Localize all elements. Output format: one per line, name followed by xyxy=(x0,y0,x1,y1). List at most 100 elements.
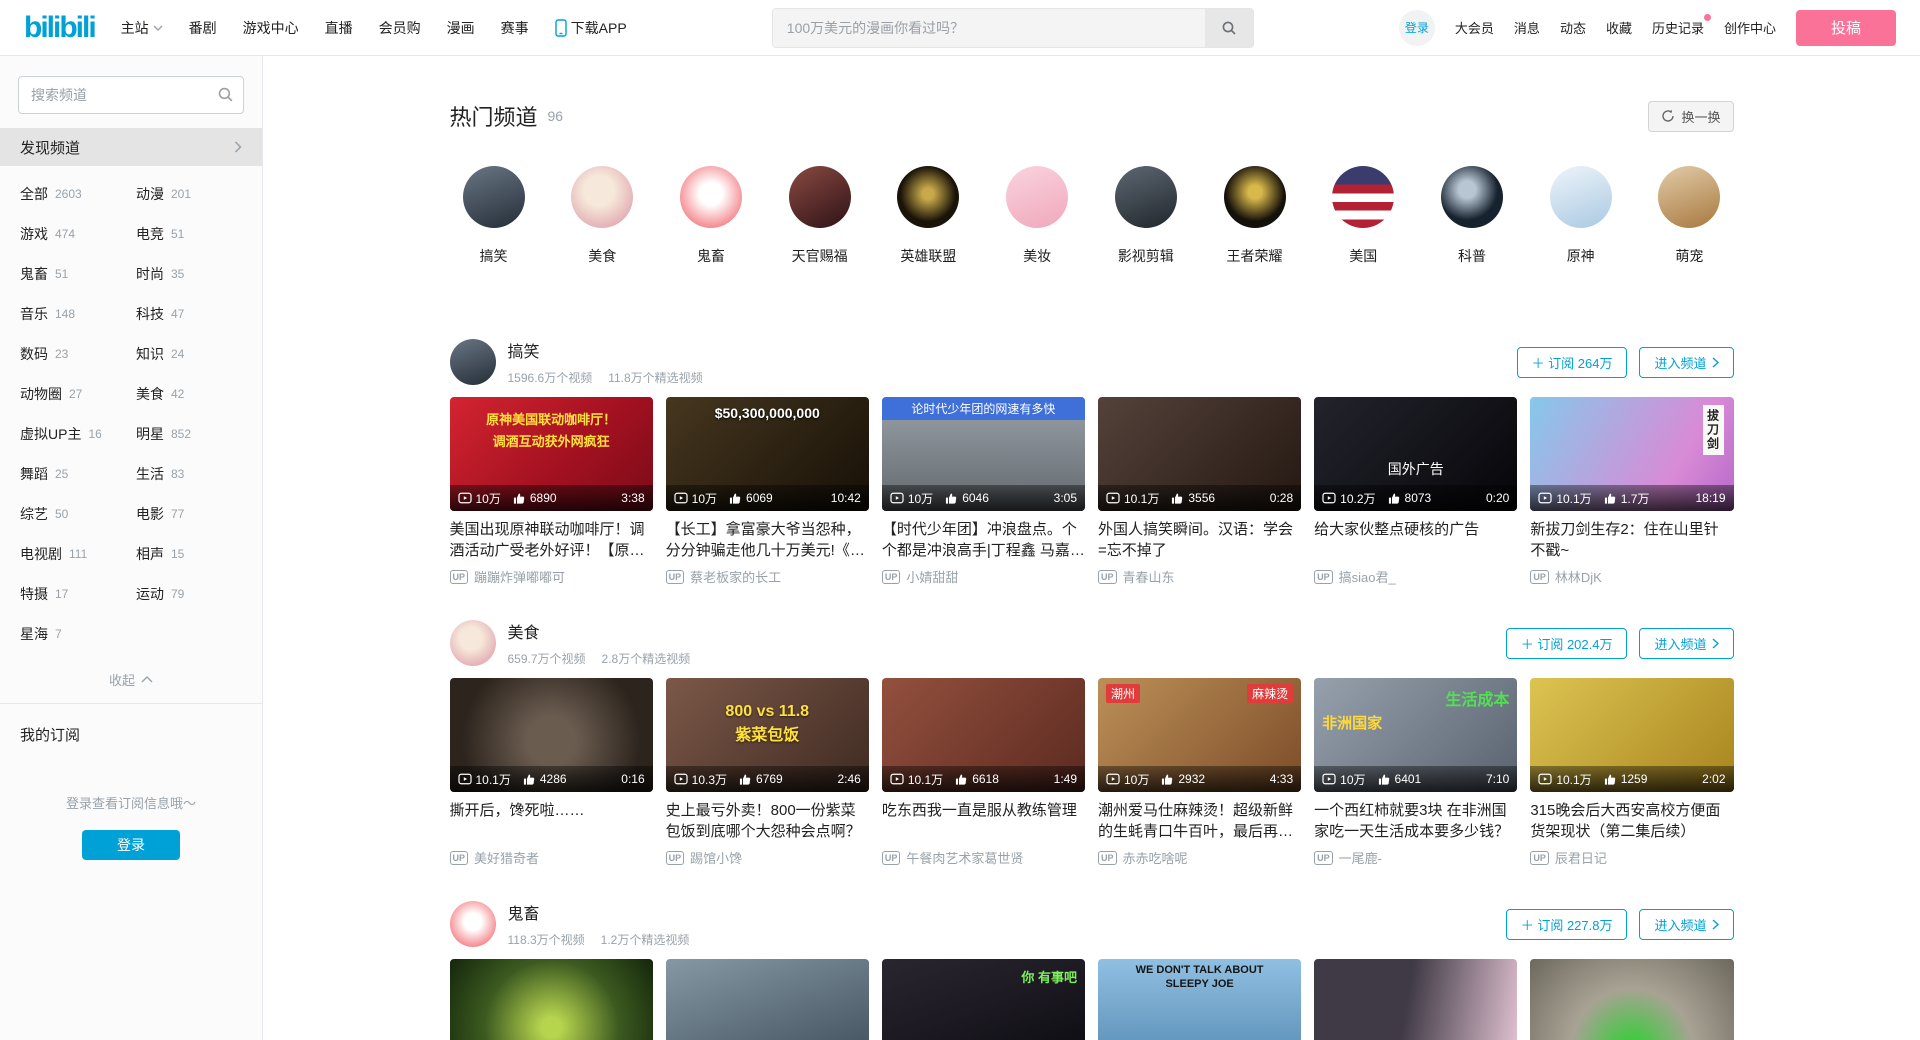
sidebar-category-knowledge[interactable]: 知识24 xyxy=(136,334,252,374)
nav-link-creator-center[interactable]: 创作中心 xyxy=(1724,18,1776,37)
section-title[interactable]: 搞笑 xyxy=(508,338,703,362)
video-card[interactable]: $50,300,000,000 10万 6069 10:42 【长工】拿富豪大爷… xyxy=(666,397,869,586)
sidebar-category-tv[interactable]: 电视剧111 xyxy=(20,534,136,574)
enter-channel-button[interactable]: 进入频道 xyxy=(1639,347,1733,378)
sidebar-category-tokusatsu[interactable]: 特摄17 xyxy=(20,574,136,614)
video-uploader[interactable]: UP踢馆小馋 xyxy=(666,848,869,867)
video-title[interactable]: 【长工】拿富豪大爷当怨种，分分钟骗走他几十万美元!《上载… xyxy=(666,519,869,561)
video-thumbnail[interactable]: 10.1万 3556 0:28 xyxy=(1098,397,1301,511)
sidebar-category-digital[interactable]: 数码23 xyxy=(20,334,136,374)
nav-link-moments[interactable]: 动态 xyxy=(1560,18,1586,37)
video-uploader[interactable]: UP午餐肉艺术家葛世贤 xyxy=(882,848,1085,867)
enter-channel-button[interactable]: 进入频道 xyxy=(1639,909,1733,940)
sidebar-category-all[interactable]: 全部2603 xyxy=(20,174,136,214)
video-uploader[interactable]: UP小婧甜甜 xyxy=(882,567,1085,586)
video-title[interactable]: 给大家伙整点硬核的广告 xyxy=(1314,519,1517,561)
video-card[interactable]: 10.1万 6618 1:49 吃东西我一直是服从教练管理 UP午餐肉艺术家葛世… xyxy=(882,678,1085,867)
video-card[interactable]: 潮州 麻辣烫 10万 2932 4:33 潮州爱马仕麻辣烫！超级新鲜的生蚝青口牛… xyxy=(1098,678,1301,867)
section-title[interactable]: 鬼畜 xyxy=(508,900,690,924)
sidebar-category-esports[interactable]: 电竞51 xyxy=(136,214,252,254)
video-card[interactable] xyxy=(450,959,653,1040)
bilibili-logo[interactable]: bilibili xyxy=(24,11,95,45)
video-card[interactable]: 论时代少年团的网速有多快 10万 6046 3:05 【时代少年团】冲浪盘点。个… xyxy=(882,397,1085,586)
channel-item-tgcf[interactable]: 天官赐福 xyxy=(776,166,864,266)
video-card[interactable]: WE DON'T TALK ABOUT SLEEPY JOE xyxy=(1098,959,1301,1040)
section-avatar[interactable] xyxy=(450,901,496,947)
video-uploader[interactable]: UP林林DjK xyxy=(1530,567,1733,586)
sidebar-category-movie[interactable]: 电影77 xyxy=(136,494,252,534)
video-title[interactable]: 史上最亏外卖！800一份紫菜包饭到底哪个大怨种会点啊？ xyxy=(666,800,869,842)
nav-link-home[interactable]: 主站 xyxy=(121,18,163,38)
video-card[interactable]: 拔刀剑 10.1万 1.7万 18:19 新拔刀剑生存2：住在山里针不戳~ UP… xyxy=(1530,397,1733,586)
sidebar-category-fashion[interactable]: 时尚35 xyxy=(136,254,252,294)
video-thumbnail[interactable] xyxy=(666,959,869,1040)
nav-link-bangumi[interactable]: 番剧 xyxy=(189,18,217,38)
sidebar-category-food[interactable]: 美食42 xyxy=(136,374,252,414)
video-thumbnail[interactable]: 论时代少年团的网速有多快 10万 6046 3:05 xyxy=(882,397,1085,511)
nav-link-history[interactable]: 历史记录 xyxy=(1652,18,1704,37)
nav-link-messages[interactable]: 消息 xyxy=(1514,18,1540,37)
channel-item-kepu[interactable]: 科普 xyxy=(1428,166,1516,266)
video-title[interactable]: 潮州爱马仕麻辣烫！超级新鲜的生蚝青口牛百叶，最后再来口… xyxy=(1098,800,1301,842)
channel-item-gaoxiao[interactable]: 搞笑 xyxy=(450,166,538,266)
nav-link-live[interactable]: 直播 xyxy=(325,18,353,38)
sidebar-category-variety[interactable]: 综艺50 xyxy=(20,494,136,534)
video-title[interactable]: 撕开后，馋死啦…… xyxy=(450,800,653,842)
video-uploader[interactable]: UP蹦蹦炸弹嘟嘟可 xyxy=(450,567,653,586)
video-thumbnail[interactable]: WE DON'T TALK ABOUT SLEEPY JOE xyxy=(1098,959,1301,1040)
sidebar-category-xinghai[interactable]: 星海7 xyxy=(20,614,136,654)
video-thumbnail[interactable] xyxy=(1530,959,1733,1040)
sidebar-category-tech[interactable]: 科技47 xyxy=(136,294,252,334)
video-thumbnail[interactable]: 800 vs 11.8 紫菜包饭 10.3万 6769 2:46 xyxy=(666,678,869,792)
video-card[interactable] xyxy=(666,959,869,1040)
video-thumbnail[interactable]: 国外广告 10.2万 8073 0:20 xyxy=(1314,397,1517,511)
video-title[interactable]: 新拔刀剑生存2：住在山里针不戳~ xyxy=(1530,519,1733,561)
video-card[interactable]: 原神美国联动咖啡厅！ 调酒互动获外网疯狂 10万 6890 3:38 美国出现原… xyxy=(450,397,653,586)
video-card[interactable]: 你 有事吧 xyxy=(882,959,1085,1040)
nav-link-vip[interactable]: 大会员 xyxy=(1455,18,1494,37)
video-uploader[interactable]: UP辰君日记 xyxy=(1530,848,1733,867)
sidebar-category-dance[interactable]: 舞蹈25 xyxy=(20,454,136,494)
sidebar-login-button[interactable]: 登录 xyxy=(82,830,180,860)
sidebar-category-sports[interactable]: 运动79 xyxy=(136,574,252,614)
nav-link-manga[interactable]: 漫画 xyxy=(447,18,475,38)
section-title[interactable]: 美食 xyxy=(508,619,691,643)
sidebar-category-crosstalk[interactable]: 相声15 xyxy=(136,534,252,574)
subscribe-button[interactable]: ＋ 订阅 202.4万 xyxy=(1506,628,1628,659)
video-title[interactable]: 一个西红柿就要3块 在非洲国家吃一天生活成本要多少钱？ xyxy=(1314,800,1517,842)
sidebar-category-vup[interactable]: 虚拟UP主16 xyxy=(20,414,136,454)
video-uploader[interactable]: UP一尾鹿- xyxy=(1314,848,1517,867)
channel-item-guichu[interactable]: 鬼畜 xyxy=(667,166,755,266)
enter-channel-button[interactable]: 进入频道 xyxy=(1639,628,1733,659)
collapse-button[interactable]: 收起 xyxy=(0,670,262,689)
nav-link-favorites[interactable]: 收藏 xyxy=(1606,18,1632,37)
video-thumbnail[interactable]: 拔刀剑 10.1万 1.7万 18:19 xyxy=(1530,397,1733,511)
sidebar-category-star[interactable]: 明星852 xyxy=(136,414,252,454)
subscribe-button[interactable]: ＋ 订阅 264万 xyxy=(1517,347,1628,378)
nav-link-game-center[interactable]: 游戏中心 xyxy=(243,18,299,38)
video-card[interactable] xyxy=(1530,959,1733,1040)
video-title[interactable]: 外国人搞笑瞬间。汉语：学会=忘不掉了 xyxy=(1098,519,1301,561)
refresh-channels-button[interactable]: 换一换 xyxy=(1648,101,1733,132)
sidebar-category-guichu[interactable]: 鬼畜51 xyxy=(20,254,136,294)
video-thumbnail[interactable] xyxy=(450,959,653,1040)
channel-item-meizhuang[interactable]: 美妆 xyxy=(993,166,1081,266)
video-card[interactable]: 800 vs 11.8 紫菜包饭 10.3万 6769 2:46 史上最亏外卖！… xyxy=(666,678,869,867)
sidebar-category-animals[interactable]: 动物圈27 xyxy=(20,374,136,414)
section-avatar[interactable] xyxy=(450,339,496,385)
video-uploader[interactable]: UP赤赤吃啥呢 xyxy=(1098,848,1301,867)
sidebar-category-anime[interactable]: 动漫201 xyxy=(136,174,252,214)
video-uploader[interactable]: UP美好猎奇者 xyxy=(450,848,653,867)
nav-link-esports[interactable]: 赛事 xyxy=(501,18,529,38)
video-card[interactable] xyxy=(1314,959,1517,1040)
video-thumbnail[interactable] xyxy=(1314,959,1517,1040)
login-avatar-button[interactable]: 登录 xyxy=(1399,10,1435,46)
channel-item-meishi[interactable]: 美食 xyxy=(558,166,646,266)
nav-link-vip-shop[interactable]: 会员购 xyxy=(379,18,421,38)
sidebar-category-life[interactable]: 生活83 xyxy=(136,454,252,494)
video-uploader[interactable]: UP蔡老板家的长工 xyxy=(666,567,869,586)
video-thumbnail[interactable]: 潮州 麻辣烫 10万 2932 4:33 xyxy=(1098,678,1301,792)
channel-item-meiguo[interactable]: 美国 xyxy=(1319,166,1407,266)
channel-item-yuanshen[interactable]: 原神 xyxy=(1537,166,1625,266)
search-input[interactable] xyxy=(773,9,1205,47)
